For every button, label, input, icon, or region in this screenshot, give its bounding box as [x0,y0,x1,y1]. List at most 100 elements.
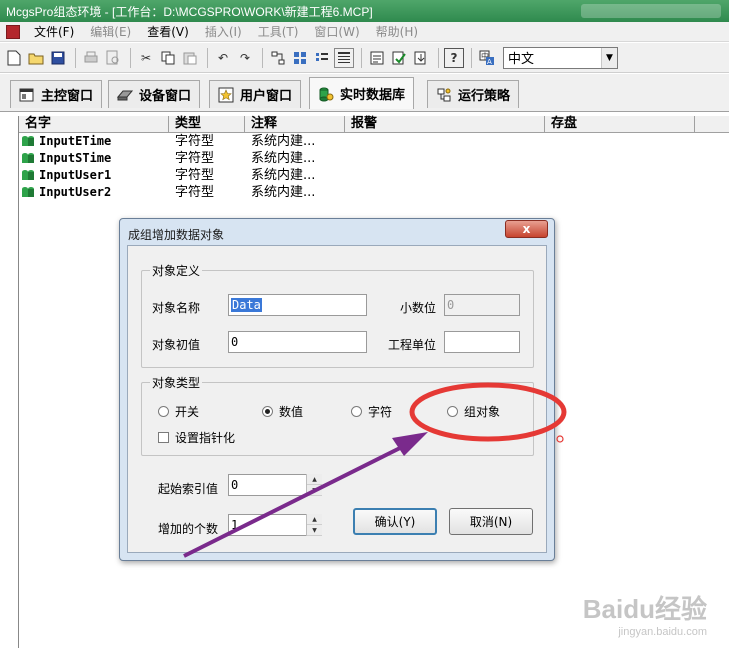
column-header-alarm[interactable]: 报警 [345,116,545,133]
details-view-icon[interactable] [334,47,354,68]
menu-tools[interactable]: 工具(T) [250,23,307,40]
app-icon[interactable] [6,24,20,39]
spin-down-icon[interactable]: ▼ [307,525,322,536]
column-header-storage[interactable]: 存盘 [545,116,695,133]
language-icon[interactable]: 中A [477,48,497,68]
object-type-group: 对象类型 开关 数值 字符 组对象 设置指针化 [141,374,534,456]
initial-value-input[interactable]: 0 [228,331,367,353]
tab-main-control[interactable]: 主控窗口 [10,80,103,108]
toolbar-separator [75,47,76,68]
window-title-bar: McgsPro组态环境 - [工作台：D:\MCGSPRO\WORK\新建工程6… [0,0,729,22]
table-row[interactable]: InputSTime 字符型 系统内建... [19,150,419,167]
object-name-label: 对象名称 [152,301,201,315]
column-header-name[interactable]: 名字 [19,116,169,133]
sort-ascending-icon[interactable] [268,48,288,68]
dialog-title: 成组增加数据对象 [128,228,225,242]
spin-up-icon[interactable]: ▲ [307,474,322,485]
menu-file[interactable]: 文件(F) [26,23,82,40]
save-icon[interactable] [48,48,68,68]
database-object-icon [22,136,34,146]
decimals-label: 小数位 [400,301,437,315]
print-preview-icon[interactable] [103,48,123,68]
radio-switch[interactable]: 开关 [158,403,199,420]
spin-down-icon[interactable]: ▼ [307,485,322,496]
batch-add-objects-dialog: 成组增加数据对象 x 对象定义 对象名称 Data 小数位 0 对象初值 0 工… [119,218,555,561]
menu-view[interactable]: 查看(V) [139,23,197,40]
radio-group-object[interactable]: 组对象 [447,403,500,420]
row-type: 字符型 [175,185,215,200]
tab-run-strategy[interactable]: 运行策略 [427,80,520,108]
paste-icon[interactable] [180,48,200,68]
confirm-button[interactable]: 确认(Y) [353,508,437,535]
language-select[interactable]: 中文 ▼ [503,46,618,69]
download-icon[interactable] [411,48,431,68]
decimals-input[interactable]: 0 [444,294,520,316]
tab-label: 主控窗口 [41,89,94,104]
open-folder-icon[interactable] [26,48,46,68]
small-icons-view-icon[interactable] [312,48,332,68]
large-icons-view-icon[interactable] [290,48,310,68]
tab-realtime-database[interactable]: 实时数据库 [309,77,415,109]
object-name-value: Data [231,298,262,312]
database-object-icon [22,153,34,163]
row-name: InputETime [39,134,112,148]
count-spinner[interactable]: ▲ ▼ [306,514,322,536]
menu-insert[interactable]: 插入(I) [197,23,250,40]
menu-edit[interactable]: 编辑(E) [82,23,139,40]
toolbar: ✂ ↶ ↷ ? 中A 中文 ▼ [0,43,729,73]
close-button[interactable]: x [505,220,548,238]
radio-indicator [158,406,169,417]
window-controls[interactable] [581,4,721,18]
cancel-button[interactable]: 取消(N) [449,508,533,535]
help-icon[interactable]: ? [444,47,464,68]
row-comment: 系统内建... [251,168,316,183]
tab-user-window[interactable]: 用户窗口 [209,80,302,108]
checkbox-label: 设置指针化 [175,431,236,445]
radio-numeric[interactable]: 数值 [262,403,303,420]
menu-help[interactable]: 帮助(H) [368,23,426,40]
column-header-comment[interactable]: 注释 [245,116,345,133]
strategy-icon [436,87,452,103]
radio-indicator [447,406,458,417]
row-type: 字符型 [175,151,215,166]
column-header-type[interactable]: 类型 [169,116,245,133]
row-name: InputUser1 [39,168,112,182]
row-type: 字符型 [175,168,215,183]
redo-icon[interactable]: ↷ [235,48,255,68]
table-row[interactable]: InputETime 字符型 系统内建... [19,133,419,150]
watermark-logo-text: Baidu经验 [582,594,707,624]
toolbar-separator [361,47,362,68]
radio-string[interactable]: 字符 [351,403,392,420]
database-object-icon [22,187,34,197]
language-select-value: 中文 [508,52,535,67]
pointer-checkbox[interactable]: 设置指针化 [158,429,235,446]
count-label: 增加的个数 [158,522,219,536]
check-icon[interactable] [389,48,409,68]
cut-icon[interactable]: ✂ [136,48,156,68]
undo-icon[interactable]: ↶ [213,48,233,68]
properties-icon[interactable] [367,48,387,68]
table-row[interactable]: InputUser2 字符型 系统内建... [19,184,419,201]
menu-window[interactable]: 窗口(W) [306,23,367,40]
chevron-down-icon[interactable]: ▼ [601,47,617,68]
print-icon[interactable] [81,48,101,68]
start-index-spinner[interactable]: ▲ ▼ [306,474,322,496]
watermark-url: jingyan.baidu.com [618,626,707,638]
spin-up-icon[interactable]: ▲ [307,514,322,525]
object-name-input[interactable]: Data [228,294,367,316]
start-index-value: 0 [231,478,239,492]
radio-indicator [351,406,362,417]
group-legend: 对象类型 [150,374,203,391]
checkbox-indicator [158,432,169,443]
new-file-icon[interactable] [4,48,24,68]
radio-indicator [262,406,273,417]
count-value: 1 [231,518,239,532]
copy-icon[interactable] [158,48,178,68]
tab-device-window[interactable]: 设备窗口 [108,80,201,108]
radio-label: 开关 [175,405,200,419]
table-row[interactable]: InputUser1 字符型 系统内建... [19,167,419,184]
toolbar-separator [471,47,472,68]
radio-label: 数值 [279,405,304,419]
unit-input[interactable] [444,331,520,353]
toolbar-separator [207,47,208,68]
